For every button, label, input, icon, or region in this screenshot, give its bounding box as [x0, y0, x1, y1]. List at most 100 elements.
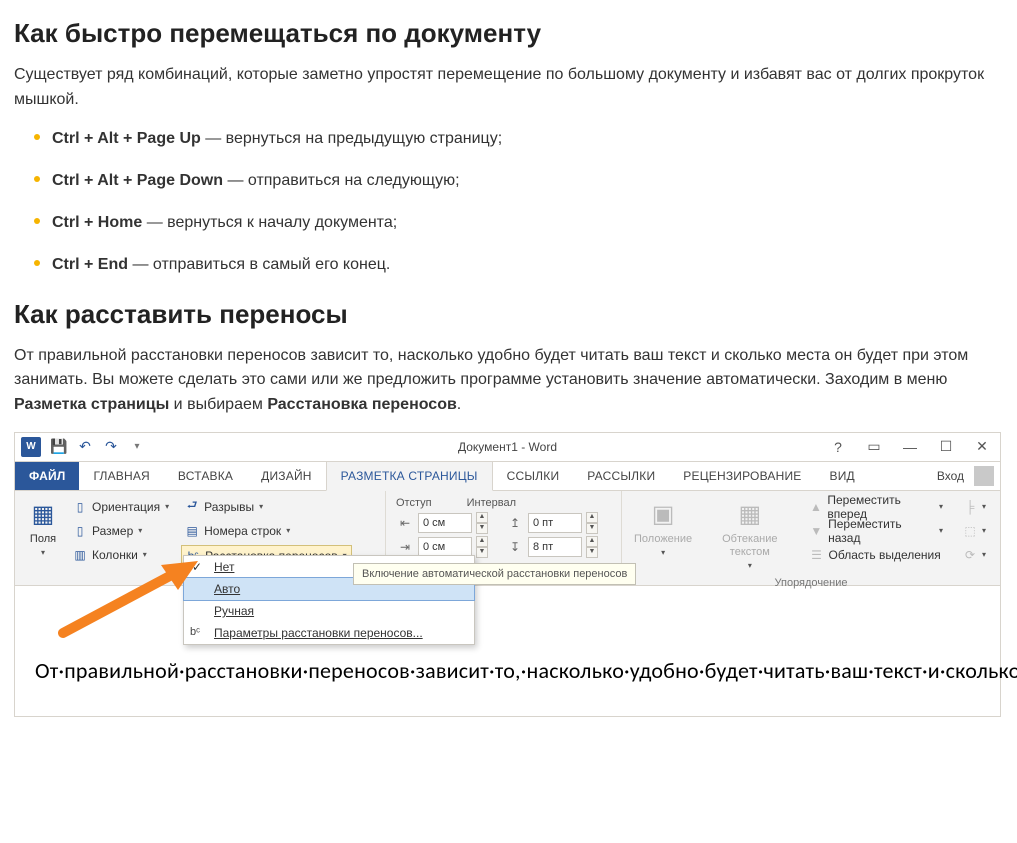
- qat-customize-icon[interactable]: ▾: [129, 439, 145, 455]
- hyphenation-tooltip: Включение автоматической расстановки пер…: [353, 563, 636, 585]
- help-icon[interactable]: ?: [820, 433, 856, 461]
- selection-pane-icon: ☰: [810, 548, 824, 562]
- tab-insert[interactable]: ВСТАВКА: [164, 462, 247, 490]
- orientation-icon: ▯: [73, 500, 87, 514]
- bring-forward-icon: ▲: [810, 500, 823, 514]
- columns-button[interactable]: ▥Колонки▾: [69, 545, 173, 565]
- group-button[interactable]: ⬚▾: [959, 521, 990, 541]
- label: Разрывы: [204, 500, 254, 514]
- group-icon: ⬚: [963, 524, 977, 538]
- kbd: Ctrl + Alt + Page Up: [52, 130, 201, 147]
- label: Переместить назад: [828, 517, 934, 545]
- hyphenation-manual[interactable]: Ручная: [184, 600, 474, 622]
- orientation-button[interactable]: ▯Ориентация▾: [69, 497, 173, 517]
- ribbon-tabs: ФАЙЛ ГЛАВНАЯ ВСТАВКА ДИЗАЙН РАЗМЕТКА СТР…: [15, 462, 1000, 491]
- hyphenation-options-icon: bᶜ: [190, 626, 200, 638]
- label: Поля: [30, 533, 56, 546]
- line-numbers-icon: ▤: [185, 524, 199, 538]
- kbd-desc: — отправиться на следующую;: [223, 172, 460, 189]
- list-item: Ctrl + Home — вернуться к началу докумен…: [34, 211, 1003, 235]
- label: Область выделения: [829, 548, 941, 562]
- document-text: От·правильной·расстановки·переносов·зави…: [35, 656, 980, 686]
- tab-references[interactable]: ССЫЛКИ: [493, 462, 574, 490]
- spinner[interactable]: ▲▼: [476, 536, 488, 558]
- section-heading-hyphenation: Как расставить переносы: [14, 299, 1003, 330]
- check-icon: ✓: [192, 560, 202, 574]
- ribbon-options-icon[interactable]: ▭: [856, 433, 892, 461]
- list-item: Ctrl + End — отправиться в самый его кон…: [34, 253, 1003, 277]
- selection-pane-button[interactable]: ☰ Область выделения: [806, 545, 947, 565]
- list-item: Ctrl + Alt + Page Down — отправиться на …: [34, 169, 1003, 193]
- label: Положение: [634, 533, 692, 546]
- section-intro-navigate: Существует ряд комбинаций, которые замет…: [14, 63, 1003, 113]
- shortcut-list: Ctrl + Alt + Page Up — вернуться на пред…: [34, 127, 1003, 277]
- spinner[interactable]: ▲▼: [586, 536, 598, 558]
- label: Размер: [92, 524, 133, 538]
- indent-heading: Отступ: [396, 497, 432, 509]
- tab-view[interactable]: ВИД: [816, 462, 869, 490]
- indent-left-icon: ⇤: [396, 516, 414, 530]
- maximize-icon[interactable]: ☐: [928, 433, 964, 461]
- size-button[interactable]: ▯Размер▾: [69, 521, 173, 541]
- section-heading-navigate: Как быстро перемещаться по документу: [14, 18, 1003, 49]
- tab-page-layout[interactable]: РАЗМЕТКА СТРАНИЦЫ: [326, 461, 493, 491]
- kbd: Ctrl + Alt + Page Down: [52, 172, 223, 189]
- kbd-desc: — вернуться к началу документа;: [142, 214, 397, 231]
- intro-text: .: [457, 396, 461, 413]
- sign-in-link[interactable]: Вход: [937, 469, 964, 483]
- indent-right-input[interactable]: 0 см: [418, 537, 472, 557]
- group-label-arrange: Упорядочение: [632, 573, 990, 589]
- intro-bold: Разметка страницы: [14, 396, 169, 413]
- kbd-desc: — вернуться на предыдущую страницу;: [201, 130, 502, 147]
- align-button[interactable]: ╞▾: [959, 497, 990, 517]
- tab-review[interactable]: РЕЦЕНЗИРОВАНИЕ: [669, 462, 815, 490]
- indent-right-icon: ⇥: [396, 540, 414, 554]
- intro-bold: Расстановка переносов: [267, 396, 456, 413]
- tab-design[interactable]: ДИЗАЙН: [247, 462, 326, 490]
- document-area[interactable]: От·правильной·расстановки·переносов·зави…: [15, 586, 1000, 716]
- margins-icon: ▦: [27, 499, 59, 531]
- spinner[interactable]: ▲▼: [476, 512, 488, 534]
- label: Ориентация: [92, 500, 160, 514]
- label: Нет: [214, 560, 234, 574]
- intro-text: От правильной расстановки переносов зави…: [14, 347, 968, 389]
- tab-mailings[interactable]: РАССЫЛКИ: [573, 462, 669, 490]
- size-icon: ▯: [73, 524, 87, 538]
- position-button[interactable]: ▣Положение▾: [632, 497, 694, 573]
- tab-home[interactable]: ГЛАВНАЯ: [79, 462, 163, 490]
- indent-left-input[interactable]: 0 см: [418, 513, 472, 533]
- hyphenation-options[interactable]: bᶜПараметры расстановки переносов...: [184, 622, 474, 644]
- label: Обтекание текстом: [704, 533, 795, 559]
- wrap-text-icon: ▦: [734, 499, 766, 531]
- margins-button[interactable]: ▦ Поля ▾: [25, 497, 61, 567]
- spacing-after-icon: ↧: [506, 540, 524, 554]
- spacing-after-input[interactable]: 8 пт: [528, 537, 582, 557]
- kbd: Ctrl + Home: [52, 214, 142, 231]
- rotate-button[interactable]: ⟳▾: [959, 545, 990, 565]
- label: Колонки: [92, 548, 138, 562]
- avatar-icon[interactable]: [974, 466, 994, 486]
- wrap-text-button[interactable]: ▦Обтекание текстом▾: [702, 497, 797, 573]
- send-backward-button[interactable]: ▼Переместить назад▾: [806, 521, 947, 541]
- tab-file[interactable]: ФАЙЛ: [15, 462, 79, 490]
- spacing-heading: Интервал: [467, 497, 516, 509]
- close-icon[interactable]: ✕: [964, 433, 1000, 461]
- minimize-icon[interactable]: —: [892, 433, 928, 461]
- list-item: Ctrl + Alt + Page Up — вернуться на пред…: [34, 127, 1003, 151]
- align-icon: ╞: [963, 500, 977, 514]
- word-window: W 💾 ↶ ↷ ▾ Документ1 - Word ? ▭ — ☐ ✕ ФАЙ…: [14, 432, 1001, 717]
- label: Ручная: [214, 604, 254, 618]
- intro-text: и выбираем: [169, 396, 267, 413]
- redo-icon[interactable]: ↷: [103, 439, 119, 455]
- breaks-icon: ⮐: [185, 500, 199, 514]
- spinner[interactable]: ▲▼: [586, 512, 598, 534]
- section-intro-hyphenation: От правильной расстановки переносов зави…: [14, 344, 1003, 418]
- spacing-before-icon: ↥: [506, 516, 524, 530]
- breaks-button[interactable]: ⮐Разрывы▾: [181, 497, 352, 517]
- line-numbers-button[interactable]: ▤Номера строк▾: [181, 521, 352, 541]
- rotate-icon: ⟳: [963, 548, 977, 562]
- undo-icon[interactable]: ↶: [77, 439, 93, 455]
- save-icon[interactable]: 💾: [51, 439, 67, 455]
- bring-forward-button[interactable]: ▲Переместить вперед▾: [806, 497, 947, 517]
- spacing-before-input[interactable]: 0 пт: [528, 513, 582, 533]
